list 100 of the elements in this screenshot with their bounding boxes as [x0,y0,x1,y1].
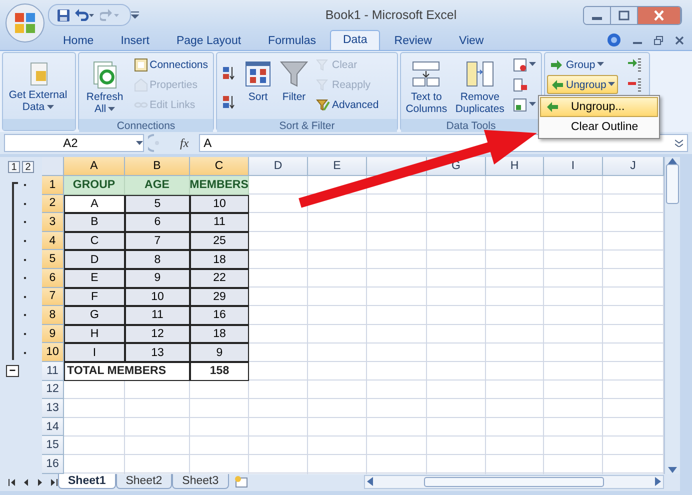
column-header[interactable]: J [603,157,664,176]
column-header[interactable]: C [190,157,249,176]
ribbon-tab[interactable]: Formulas [255,31,329,50]
row-header[interactable]: 7 [42,288,64,306]
outline-level-button[interactable]: 1 [8,160,20,172]
ribbon-button[interactable]: Text to Columns [403,55,450,117]
sheet-tab[interactable]: Sheet3 [172,474,229,488]
table-cell: GROUP [64,176,125,195]
close-icon[interactable] [675,36,684,44]
sheet-tab[interactable]: Sheet1 [58,474,116,488]
ribbon-tab[interactable]: View [446,31,497,50]
column-header[interactable]: A [64,157,125,176]
consolidate-icon [513,78,527,92]
row-header[interactable]: 2 [42,194,64,214]
column-header[interactable]: D [249,157,308,176]
ribbon-tab[interactable]: Page Layout [163,31,254,50]
group-label: Sort & Filter [217,119,397,133]
table-cell: 9 [125,268,190,288]
table-cell: E [64,268,125,288]
row-header[interactable]: 9 [42,324,64,344]
table-cell: C [64,232,125,250]
scroll-right-icon [655,477,661,486]
table-cell: G [64,306,125,325]
undo-icon[interactable] [75,9,95,21]
horizontal-scrollbar[interactable] [364,474,664,488]
row-header[interactable]: 8 [42,306,64,325]
row-header[interactable]: 10 [42,343,64,362]
next-sheet-icon[interactable] [36,479,44,486]
menu-item[interactable]: Ungroup... [540,97,658,117]
insert-function-button[interactable]: fx [174,136,195,150]
sort-descending-icon [222,94,236,108]
row-header[interactable]: 4 [42,232,64,250]
table-cell: AGE [125,176,190,195]
ungroup-arrow-icon [550,78,564,92]
connections-icon [134,58,148,72]
help-icon[interactable] [607,33,621,47]
ribbon-tab[interactable]: Insert [108,31,162,50]
column-header[interactable]: H [486,157,544,176]
row-header[interactable]: 6 [42,268,64,288]
previous-sheet-icon[interactable] [22,479,30,486]
row-header[interactable]: 3 [42,213,64,232]
caret-icon [608,82,616,87]
collapse-button[interactable]: − [6,365,19,378]
ribbon-tab[interactable]: Review [381,31,445,50]
table-cell: 18 [190,324,249,344]
table-cell: 10 [125,288,190,306]
row-header[interactable]: 5 [42,250,64,269]
minimize-icon[interactable] [584,6,611,24]
row-header[interactable]: 11 [42,362,64,381]
last-sheet-icon[interactable] [50,479,58,486]
menu-item[interactable]: Clear Outline [540,117,658,137]
sort-dialog-icon [243,59,273,89]
ribbon-button[interactable]: Advanced [313,95,382,114]
scroll-left-icon [367,477,373,486]
table-cell: I [64,343,125,362]
ribbon-button[interactable]: Ungroup [547,75,618,94]
table-cell: D [64,250,125,269]
table-cell: 8 [125,250,190,269]
save-icon[interactable] [57,8,70,22]
row-header[interactable]: 12 [42,380,64,400]
funnel-icon [279,59,309,89]
scroll-thumb[interactable] [666,164,679,204]
column-header[interactable]: E [308,157,367,176]
outline-level-button[interactable]: 2 [22,160,34,172]
ribbon-tab[interactable]: Data [330,30,380,50]
ribbon-button[interactable]: Remove Duplicates [452,55,508,117]
table-cell: B [64,213,125,232]
group-label: Connections [79,119,213,133]
table-cell: 7 [125,232,190,250]
close-icon[interactable] [638,6,681,24]
sheet-tab[interactable]: Sheet2 [116,474,172,488]
table-cell: 11 [190,213,249,232]
ribbon-button[interactable]: Group [547,55,618,74]
row-header[interactable]: 16 [42,454,64,474]
show-detail-icon [627,58,642,72]
row-header[interactable]: 1 [42,176,64,195]
table-cell: 11 [125,306,190,325]
first-sheet-icon[interactable] [8,479,16,486]
scroll-thumb[interactable] [424,476,604,486]
dropdown-caret-icon [136,140,143,146]
ribbon-tab[interactable]: Home [50,31,107,50]
name-box[interactable]: A2 [4,134,144,152]
table-cell: 13 [125,343,190,362]
column-header[interactable]: I [544,157,603,176]
row-header[interactable]: 13 [42,399,64,418]
caret-icon [597,62,604,67]
maximize-icon[interactable] [611,6,638,24]
ribbon-button[interactable]: Filter [277,55,311,117]
ribbon-button[interactable]: Refresh All [81,55,129,117]
column-header[interactable]: B [125,157,190,176]
row-header[interactable]: 15 [42,436,64,455]
row-header[interactable]: 14 [42,418,64,436]
vertical-scrollbar[interactable] [664,157,680,474]
group-arrow-icon [550,58,564,72]
ribbon-button[interactable]: Connections [130,55,211,74]
customize-caret-icon[interactable] [131,11,139,19]
office-button-icon[interactable] [5,3,45,43]
restore-icon[interactable] [654,36,663,44]
ribbon-button[interactable]: Get External Data [5,55,71,117]
ribbon-button[interactable]: Sort [241,55,275,117]
